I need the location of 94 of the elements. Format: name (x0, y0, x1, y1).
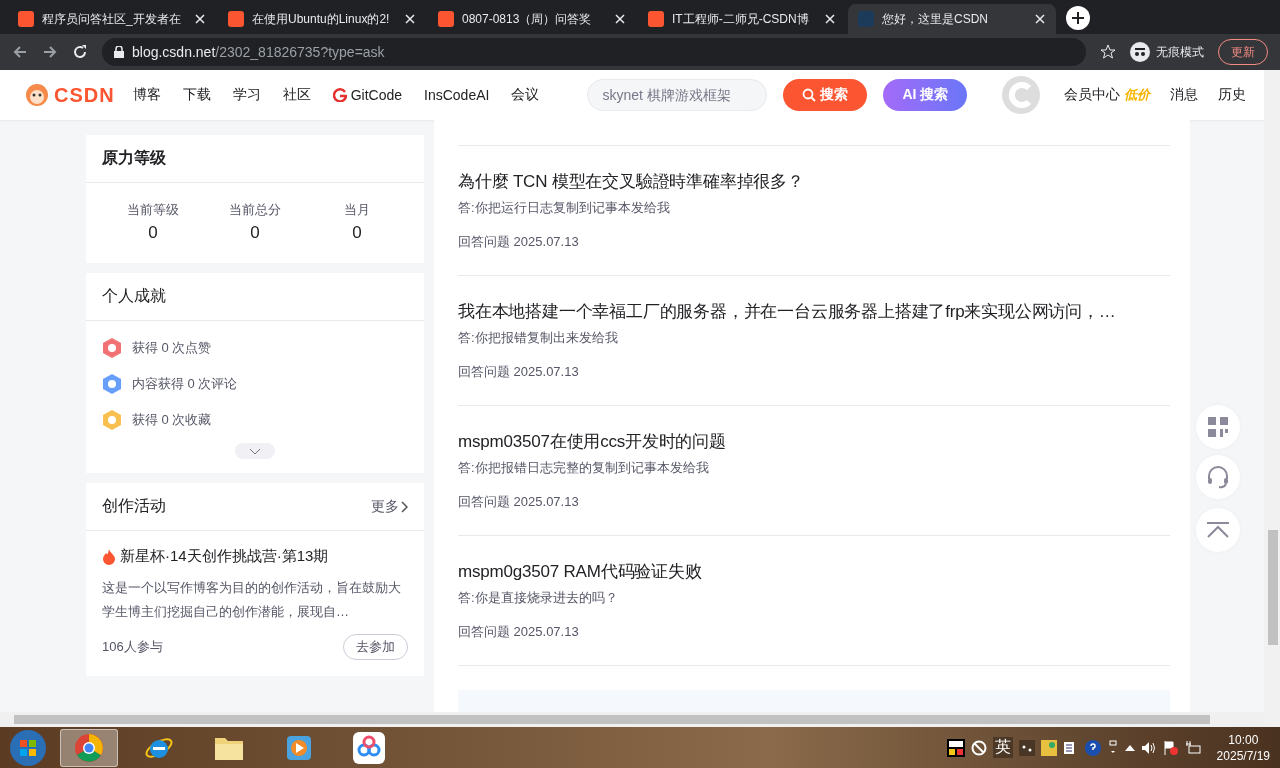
answer-excerpt: 答:你把报错日志完整的复制到记事本发给我 (458, 459, 710, 477)
nav-link[interactable]: 社区 (282, 86, 311, 104)
answer-excerpt: 答:你是直接烧录进去的吗？ (458, 589, 619, 607)
close-icon[interactable] (824, 13, 836, 25)
stat-label: 当前总分 (229, 201, 281, 219)
stat-value: 0 (148, 223, 158, 243)
answer-excerpt: 答:你把报错复制出来发给我 (458, 329, 619, 347)
nav-link[interactable]: GitCode (332, 87, 403, 103)
chevron-right-icon (401, 500, 408, 513)
cloud-app-icon (353, 731, 385, 764)
forward-icon[interactable] (42, 44, 58, 60)
browser-tab[interactable]: 0807-0813（周）问答奖 (428, 4, 636, 34)
search-icon (802, 88, 817, 102)
ime-logo-icon (946, 738, 965, 757)
vertical-scrollbar[interactable] (1264, 70, 1280, 727)
monkey-logo-icon (24, 83, 50, 107)
nav-link[interactable]: 下载 (182, 86, 211, 104)
ai-search-button[interactable]: AI 搜索 (883, 79, 968, 111)
chevron-down-icon (249, 447, 261, 455)
achievement-text: 获得 0 次点赞 (132, 339, 212, 357)
flag-error-icon (1162, 739, 1179, 756)
more-link[interactable]: 更多 (371, 497, 408, 516)
card-title: 个人成就 (102, 286, 166, 306)
question-title[interactable]: 為什麼 TCN 模型在交叉驗證時準確率掉很多？ (458, 170, 1170, 193)
hexagon-badge-icon (102, 337, 122, 359)
nav-link[interactable]: 博客 (132, 86, 161, 104)
chrome-icon (74, 732, 104, 763)
horizontal-scrollbar[interactable] (0, 712, 1264, 727)
media-player-icon (285, 733, 313, 762)
g-logo-icon (332, 88, 347, 102)
header-link[interactable]: 历史 (1218, 86, 1246, 104)
incognito-icon (1130, 42, 1150, 62)
vip-center-link[interactable]: 会员中心 低价 (1064, 86, 1150, 104)
close-icon[interactable] (194, 13, 206, 25)
c-logo-icon (1001, 75, 1042, 115)
achievement-text: 获得 0 次收藏 (132, 411, 212, 429)
back-to-top-icon (1206, 522, 1230, 538)
help-icon (1084, 739, 1101, 756)
event-title[interactable]: 新星杯·14天创作挑战营·第13期 (120, 547, 329, 566)
achievement-text: 内容获得 0 次评论 (132, 375, 238, 393)
network-icon (1184, 739, 1201, 756)
incognito-indicator[interactable]: 无痕模式 (1130, 42, 1204, 62)
browser-tab[interactable]: 在使用Ubuntu的Linux的2! (218, 4, 426, 34)
browser-tab[interactable]: IT工程师-二师兄-CSDN博 (638, 4, 846, 34)
nav-link[interactable]: 会议 (511, 86, 540, 104)
participant-count: 106人参与 (102, 638, 163, 656)
stat-value: 0 (352, 223, 362, 243)
start-button-icon[interactable] (8, 727, 48, 768)
flame-icon (102, 548, 116, 565)
favicon-icon (18, 11, 34, 27)
stat-label: 当前等级 (127, 201, 179, 219)
reload-icon[interactable] (72, 44, 88, 60)
join-button[interactable]: 去参加 (343, 634, 408, 660)
stat-label: 当月 (344, 201, 370, 219)
address-bar[interactable]: blog.csdn.net/2302_81826735?type=ask (102, 38, 1086, 66)
star-icon[interactable] (1100, 44, 1116, 60)
answer-excerpt: 答:你把运行日志复制到记事本发给我 (458, 199, 671, 217)
hexagon-badge-icon (102, 373, 122, 395)
headset-icon (1206, 465, 1230, 489)
question-title[interactable]: mspm03507在使用ccs开发时的问题 (458, 430, 1170, 453)
answer-meta: 回答问题 2025.07.13 (458, 233, 580, 251)
punctuation-icon (1018, 739, 1035, 756)
search-field[interactable]: skynet 棋牌游戏框架 (587, 79, 768, 111)
nav-link[interactable]: 学习 (232, 86, 261, 104)
card-title: 原力等级 (102, 148, 166, 168)
stat-value: 0 (250, 223, 260, 243)
answer-meta: 回答问题 2025.07.13 (458, 363, 580, 381)
card-title: 创作活动 (102, 496, 166, 516)
header-link[interactable]: 消息 (1170, 86, 1198, 104)
answer-meta: 回答问题 2025.07.13 (458, 493, 580, 511)
caret-up-icon (1124, 744, 1135, 751)
prohibited-icon (970, 739, 987, 756)
close-icon[interactable] (1034, 13, 1046, 25)
taskbar-app[interactable] (60, 728, 118, 767)
new-tab-icon[interactable] (1066, 6, 1090, 30)
question-title[interactable]: 我在本地搭建一个幸福工厂的服务器，并在一台云服务器上搭建了frp来实现公网访问，… (458, 300, 1170, 323)
nav-link[interactable]: InsCodeAI (424, 87, 490, 103)
hexagon-badge-icon (102, 409, 122, 431)
close-icon[interactable] (614, 13, 626, 25)
lock-icon (114, 46, 124, 58)
browser-tab[interactable]: 您好，这里是CSDN (848, 4, 1056, 34)
browser-tab[interactable]: 程序员问答社区_开发者在 (8, 4, 216, 34)
clock[interactable]: 10:00 2025/7/19 (1216, 731, 1270, 764)
qr-code-icon (1207, 416, 1229, 438)
favicon-icon (438, 11, 454, 27)
favicon-icon (858, 11, 874, 27)
close-icon[interactable] (404, 13, 416, 25)
favicon-icon (228, 11, 244, 27)
ime-mode[interactable]: 英 (992, 737, 1013, 758)
favicon-icon (648, 11, 664, 27)
question-title[interactable]: mspm0g3507 RAM代码验证失败 (458, 560, 1170, 583)
answer-meta: 回答问题 2025.07.13 (458, 623, 580, 641)
event-description: 这是一个以写作博客为目的的创作活动，旨在鼓励大学生博主们挖掘自己的创作潜能，展现自… (102, 579, 402, 621)
back-icon[interactable] (12, 44, 28, 60)
